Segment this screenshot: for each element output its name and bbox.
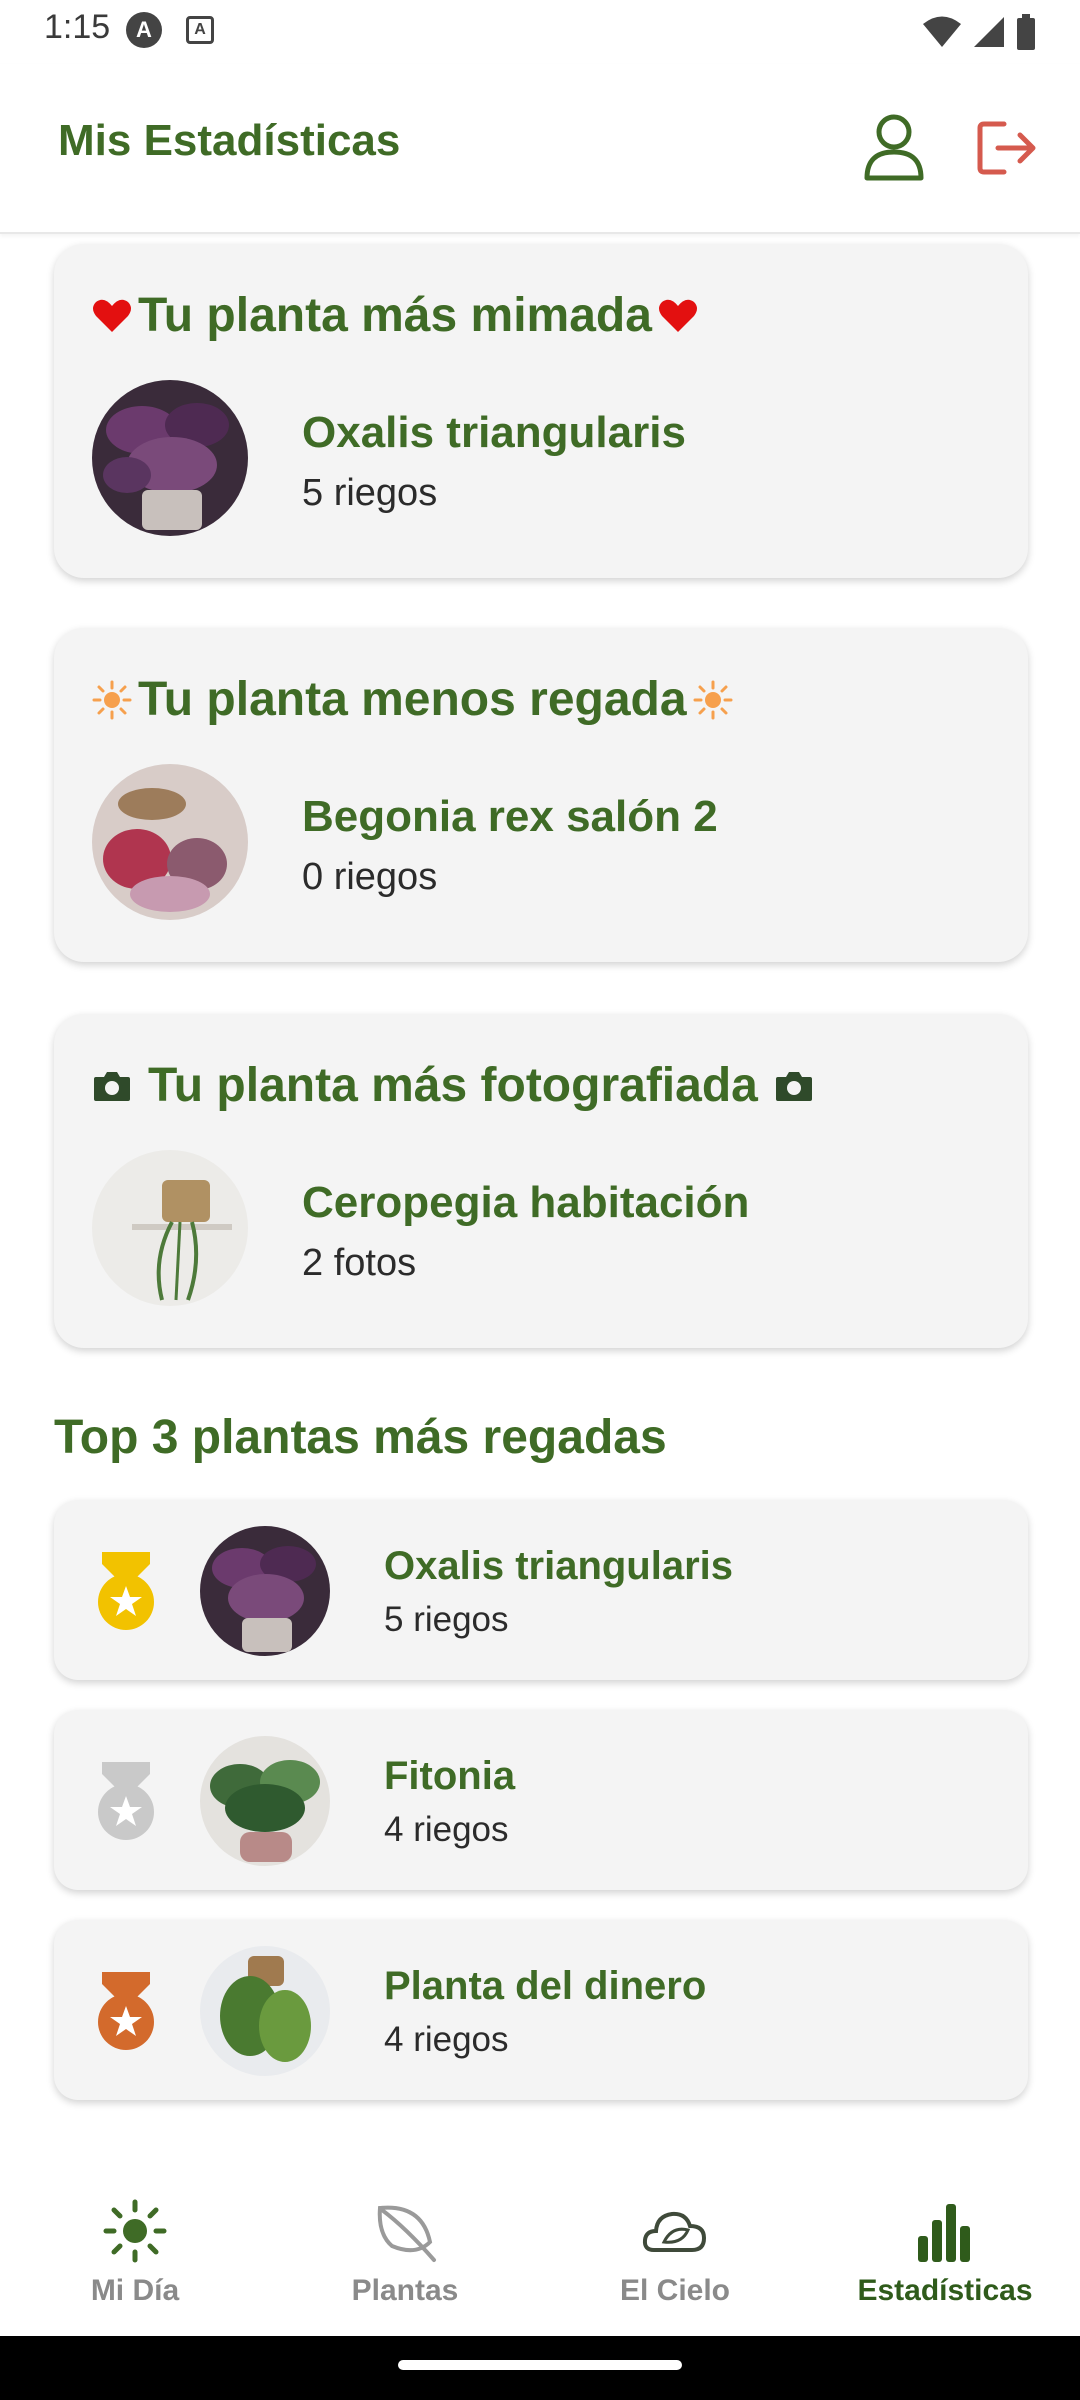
card-title: Tu planta más fotografiada [92, 1058, 814, 1113]
plant-count: 2 fotos [302, 1242, 417, 1284]
ranking-row[interactable]: Fitonia 4 riegos [54, 1710, 1028, 1890]
plant-name: Ceropegia habitación [302, 1178, 750, 1227]
camera-icon [775, 1071, 812, 1101]
keyboard-notification-icon: A [186, 16, 214, 44]
plant-name: Fitonia [384, 1754, 516, 1798]
nav-label: Estadísticas [857, 2274, 1033, 2307]
plant-name: Begonia rex salón 2 [302, 792, 718, 841]
plant-name: Planta del dinero [384, 1964, 707, 2008]
nav-label: Mi Día [90, 2274, 180, 2307]
app-notification-icon: A [126, 12, 162, 48]
page-title: Mis Estadísticas [58, 116, 401, 165]
heart-icon [658, 299, 697, 332]
plant-count: 4 riegos [384, 2020, 509, 2059]
status-bar: 1:15 A A [0, 0, 1080, 64]
silver-medal-icon [90, 1760, 162, 1844]
user-icon [864, 114, 924, 181]
profile-button[interactable] [862, 112, 926, 182]
nav-el-cielo[interactable]: El Cielo [540, 2164, 810, 2336]
status-indicators [922, 12, 1036, 52]
bar-chart-icon [918, 2204, 970, 2262]
plant-photo [200, 1526, 330, 1656]
gesture-bar [0, 2336, 1080, 2400]
least-watered-card[interactable]: Tu planta menos regada Begonia rex salón… [54, 628, 1028, 962]
plant-photo [200, 1946, 330, 2076]
card-title-text: Tu planta más fotografiada [148, 1059, 758, 1112]
nav-label: El Cielo [619, 2274, 731, 2307]
cloud-leaf-icon [642, 2211, 707, 2252]
plant-photo [92, 380, 248, 536]
status-time: 1:15 [44, 8, 111, 46]
plant-count: 4 riegos [384, 1810, 509, 1849]
sun-icon [92, 680, 132, 719]
card-title-text: Tu planta más mimada [138, 289, 652, 342]
bronze-medal-icon [90, 1970, 162, 2054]
plant-name: Oxalis triangularis [302, 408, 686, 457]
ranking-row[interactable]: Oxalis triangularis 5 riegos [54, 1500, 1028, 1680]
battery-icon [1017, 14, 1035, 50]
plant-photo [92, 1150, 248, 1306]
card-title: Tu planta más mimada [92, 288, 698, 343]
leaf-icon [377, 2205, 436, 2262]
top3-title: Top 3 plantas más regadas [54, 1411, 667, 1464]
logout-icon [977, 121, 1036, 175]
nav-plantas[interactable]: Plantas [270, 2164, 540, 2336]
plant-photo [200, 1736, 330, 1866]
most-photographed-card[interactable]: Tu planta más fotografiada Ceropegia hab… [54, 1014, 1028, 1348]
heart-icon [93, 299, 131, 332]
wifi-icon [923, 16, 961, 47]
plant-count: 5 riegos [384, 1600, 509, 1639]
card-title: Tu planta menos regada [92, 672, 733, 727]
nav-label: Plantas [351, 2274, 459, 2307]
nav-estadisticas[interactable]: Estadísticas [810, 2164, 1080, 2336]
bottom-navigation: Mi Día Plantas El Cielo Estadísticas [0, 2164, 1080, 2336]
plant-count: 5 riegos [302, 472, 438, 514]
most-pampered-card[interactable]: Tu planta más mimada Oxalis triangularis… [54, 244, 1028, 578]
camera-icon [94, 1071, 130, 1101]
card-title-text: Tu planta menos regada [138, 673, 687, 726]
plant-photo [92, 764, 248, 920]
home-handle[interactable] [398, 2360, 682, 2370]
ranking-row[interactable]: Planta del dinero 4 riegos [54, 1920, 1028, 2100]
sun-icon [103, 2199, 167, 2263]
signal-icon [974, 17, 1004, 47]
top-app-bar: Mis Estadísticas [0, 64, 1080, 234]
logout-button[interactable] [976, 118, 1038, 178]
plant-count: 0 riegos [302, 856, 438, 898]
sun-icon [693, 680, 733, 719]
gold-medal-icon [90, 1550, 162, 1634]
plant-name: Oxalis triangularis [384, 1544, 734, 1588]
nav-mi-dia[interactable]: Mi Día [0, 2164, 270, 2336]
